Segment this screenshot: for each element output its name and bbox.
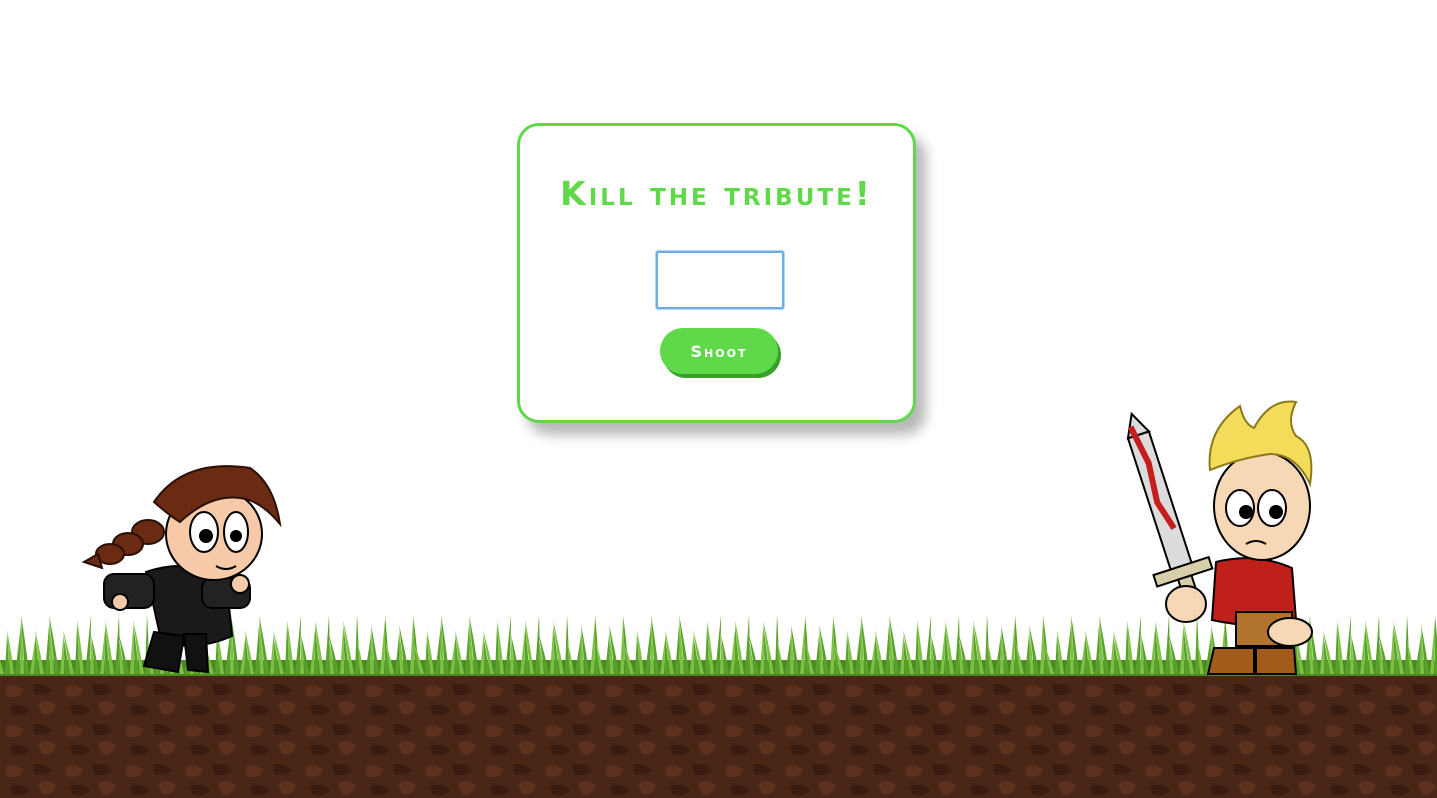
shoot-button[interactable]: Shoot — [660, 328, 778, 374]
dirt-layer — [0, 672, 1437, 798]
player-character — [81, 465, 282, 674]
panel-title: Kill the tribute! — [560, 174, 873, 213]
game-panel: Kill the tribute! Shoot — [517, 123, 916, 423]
enemy-character — [1126, 400, 1313, 675]
answer-input[interactable] — [655, 250, 785, 310]
